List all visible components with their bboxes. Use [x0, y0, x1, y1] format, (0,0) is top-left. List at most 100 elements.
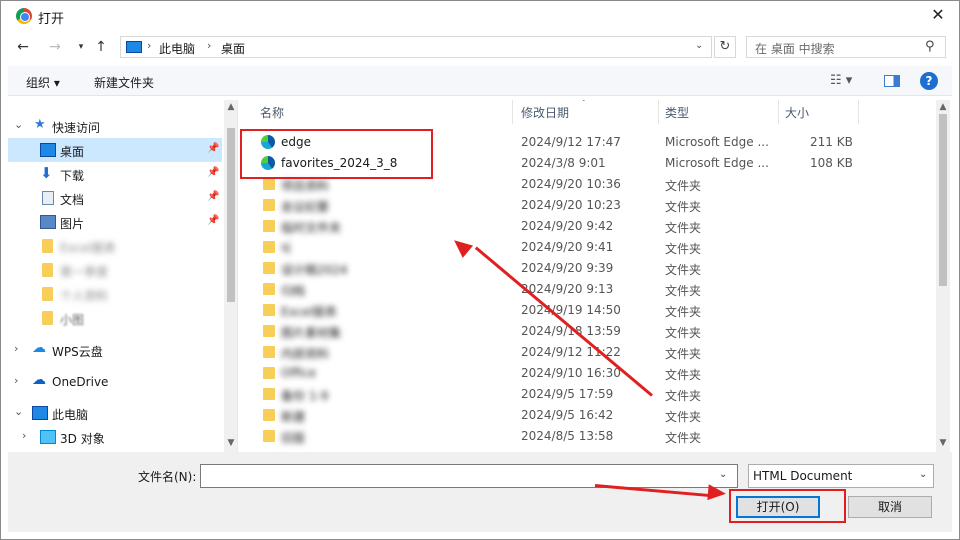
filetype-select[interactable]: HTML Document ⌄ — [748, 464, 934, 488]
new-folder-button[interactable]: 新建文件夹 — [94, 74, 154, 91]
sidebar-item-documents[interactable]: 文档 📌 — [8, 186, 222, 210]
file-type: Microsoft Edge ... — [665, 156, 769, 170]
chevron-right-icon[interactable]: › — [14, 374, 18, 387]
scroll-thumb[interactable] — [227, 128, 235, 302]
chevron-right-icon[interactable]: › — [147, 39, 151, 52]
sidebar-quick-access[interactable]: ⌄ ★ 快速访问 — [8, 114, 222, 138]
sidebar-item-this-pc[interactable]: ⌄ 此电脑 — [8, 401, 222, 425]
file-row[interactable]: 新建 2024/9/5 16:42 文件夹 — [240, 405, 936, 426]
sidebar-item-downloads[interactable]: ⬇ 下载 📌 — [8, 162, 222, 186]
computer-icon — [126, 41, 142, 53]
file-date: 2024/9/10 16:30 — [521, 366, 621, 380]
file-type: 文件夹 — [665, 221, 702, 235]
file-row[interactable]: 备份 1-9 2024/9/5 17:59 文件夹 — [240, 384, 936, 405]
chrome-icon — [16, 8, 32, 24]
breadcrumb-this-pc[interactable]: 此电脑 — [159, 40, 195, 57]
sidebar-item-label: 第一季度 — [60, 265, 109, 279]
chevron-down-icon[interactable]: ⌄ — [919, 469, 927, 480]
command-toolbar: 组织 ▾ 新建文件夹 ☷ ▾ ? — [8, 66, 952, 96]
search-icon[interactable]: ⚲ — [925, 39, 935, 54]
column-divider[interactable] — [658, 100, 659, 124]
sidebar-item-3d-objects[interactable]: › 3D 对象 — [8, 425, 222, 449]
scroll-down-icon[interactable]: ▼ — [936, 438, 950, 448]
sidebar-item-label: 桌面 — [60, 145, 85, 159]
file-row[interactable]: 设计稿2024 2024/9/20 9:39 文件夹 — [240, 258, 936, 279]
chevron-right-icon[interactable]: › — [207, 39, 211, 52]
refresh-button[interactable]: ↻ — [714, 36, 736, 58]
sidebar-item-folder[interactable]: 个人资料 — [8, 282, 222, 306]
chevron-right-icon[interactable]: › — [14, 342, 18, 355]
file-row[interactable]: Excel报表 2024/9/19 14:50 文件夹 — [240, 300, 936, 321]
folder-icon — [263, 262, 275, 274]
column-type[interactable]: 类型 — [665, 104, 689, 121]
file-name: 旧版 — [281, 431, 306, 445]
file-name: 项目资料 — [281, 179, 330, 193]
view-options-icon[interactable]: ☷ ▾ — [830, 73, 852, 88]
scroll-up-icon[interactable]: ▲ — [224, 102, 237, 112]
sidebar-item-desktop[interactable]: 桌面 📌 — [8, 138, 222, 162]
chevron-right-icon[interactable]: › — [22, 429, 26, 442]
breadcrumb-desktop[interactable]: 桌面 — [221, 40, 245, 57]
file-row[interactable]: sj 2024/9/20 9:41 文件夹 — [240, 237, 936, 258]
chevron-down-icon[interactable]: ⌄ — [14, 118, 23, 131]
file-date: 2024/9/20 9:13 — [521, 282, 614, 296]
column-size[interactable]: 大小 — [785, 104, 809, 121]
column-name[interactable]: 名称 — [260, 104, 284, 121]
folder-icon — [42, 287, 53, 301]
file-row[interactable]: 会议纪要 2024/9/20 10:23 文件夹 — [240, 195, 936, 216]
column-divider[interactable] — [778, 100, 779, 124]
sidebar-item-onedrive[interactable]: › ☁ OneDrive — [8, 370, 222, 394]
help-icon[interactable]: ? — [920, 72, 938, 90]
file-row[interactable]: Office 2024/9/10 16:30 文件夹 — [240, 363, 936, 384]
up-arrow-icon[interactable]: ↑ — [92, 38, 110, 56]
search-input[interactable]: 在 桌面 中搜索 — [755, 40, 835, 57]
search-box[interactable]: 在 桌面 中搜索 ⚲ — [746, 36, 946, 58]
address-bar[interactable]: › 此电脑 › 桌面 ⌄ — [120, 36, 712, 58]
filename-field[interactable]: ⌄ — [200, 464, 738, 488]
organize-menu[interactable]: 组织 ▾ — [26, 74, 60, 91]
folder-icon — [263, 325, 275, 337]
chevron-down-icon[interactable]: ⌄ — [14, 405, 23, 418]
recent-locations-icon[interactable]: ▾ — [72, 38, 90, 56]
cancel-button[interactable]: 取消 — [848, 496, 932, 518]
sidebar-item-folder[interactable]: 第一季度 — [8, 258, 222, 282]
back-arrow-icon[interactable]: ← — [14, 38, 32, 56]
column-divider[interactable] — [512, 100, 513, 124]
chevron-down-icon[interactable]: ⌄ — [695, 40, 703, 51]
sidebar-item-wps-cloud[interactable]: › ☁ WPS云盘 — [8, 338, 222, 362]
sidebar-item-folder[interactable]: 小图 — [8, 306, 222, 330]
chevron-down-icon[interactable]: ⌄ — [719, 469, 727, 480]
sidebar-item-label: 快速访问 — [52, 121, 101, 135]
navigation-bar: ← → ▾ ↑ › 此电脑 › 桌面 ⌄ ↻ 在 桌面 中搜索 ⚲ — [8, 32, 952, 62]
sidebar-item-folder[interactable]: Excel报表 — [8, 234, 222, 258]
file-name: 归档 — [281, 284, 306, 298]
scroll-thumb[interactable] — [939, 114, 947, 286]
preview-pane-icon[interactable] — [884, 75, 900, 87]
folder-icon — [263, 283, 275, 295]
annotation-box-open — [729, 489, 846, 523]
file-row[interactable]: 临时文件夹 2024/9/20 9:42 文件夹 — [240, 216, 936, 237]
file-type: 文件夹 — [665, 368, 702, 382]
file-name: 新建 — [281, 410, 306, 424]
file-name: 会议纪要 — [281, 200, 330, 214]
sidebar-scrollbar[interactable]: ▲ ▼ — [224, 100, 237, 452]
file-row[interactable]: 归档 2024/9/20 9:13 文件夹 — [240, 279, 936, 300]
close-icon[interactable]: ✕ — [926, 4, 950, 26]
file-type: 文件夹 — [665, 410, 702, 424]
column-date[interactable]: 修改日期 — [521, 104, 569, 121]
scroll-up-icon[interactable]: ▲ — [936, 102, 950, 112]
file-list-scrollbar[interactable]: ▲ ▼ — [936, 100, 950, 452]
file-size: 211 KB — [810, 135, 853, 149]
column-divider[interactable] — [858, 100, 859, 124]
cube-icon — [40, 430, 56, 444]
file-row[interactable]: 旧版 2024/8/5 13:58 文件夹 — [240, 426, 936, 447]
file-date: 2024/9/5 16:42 — [521, 408, 614, 422]
forward-arrow-icon[interactable]: → — [46, 38, 64, 56]
scroll-down-icon[interactable]: ▼ — [224, 438, 237, 448]
sidebar-item-pictures[interactable]: 图片 📌 — [8, 210, 222, 234]
sidebar-item-label: OneDrive — [52, 375, 109, 389]
annotation-arrow-head — [707, 484, 727, 502]
sidebar-item-label: 3D 对象 — [60, 432, 105, 446]
sidebar-item-label: 文档 — [60, 193, 85, 207]
file-row[interactable]: 内部资料 2024/9/12 11:22 文件夹 — [240, 342, 936, 363]
